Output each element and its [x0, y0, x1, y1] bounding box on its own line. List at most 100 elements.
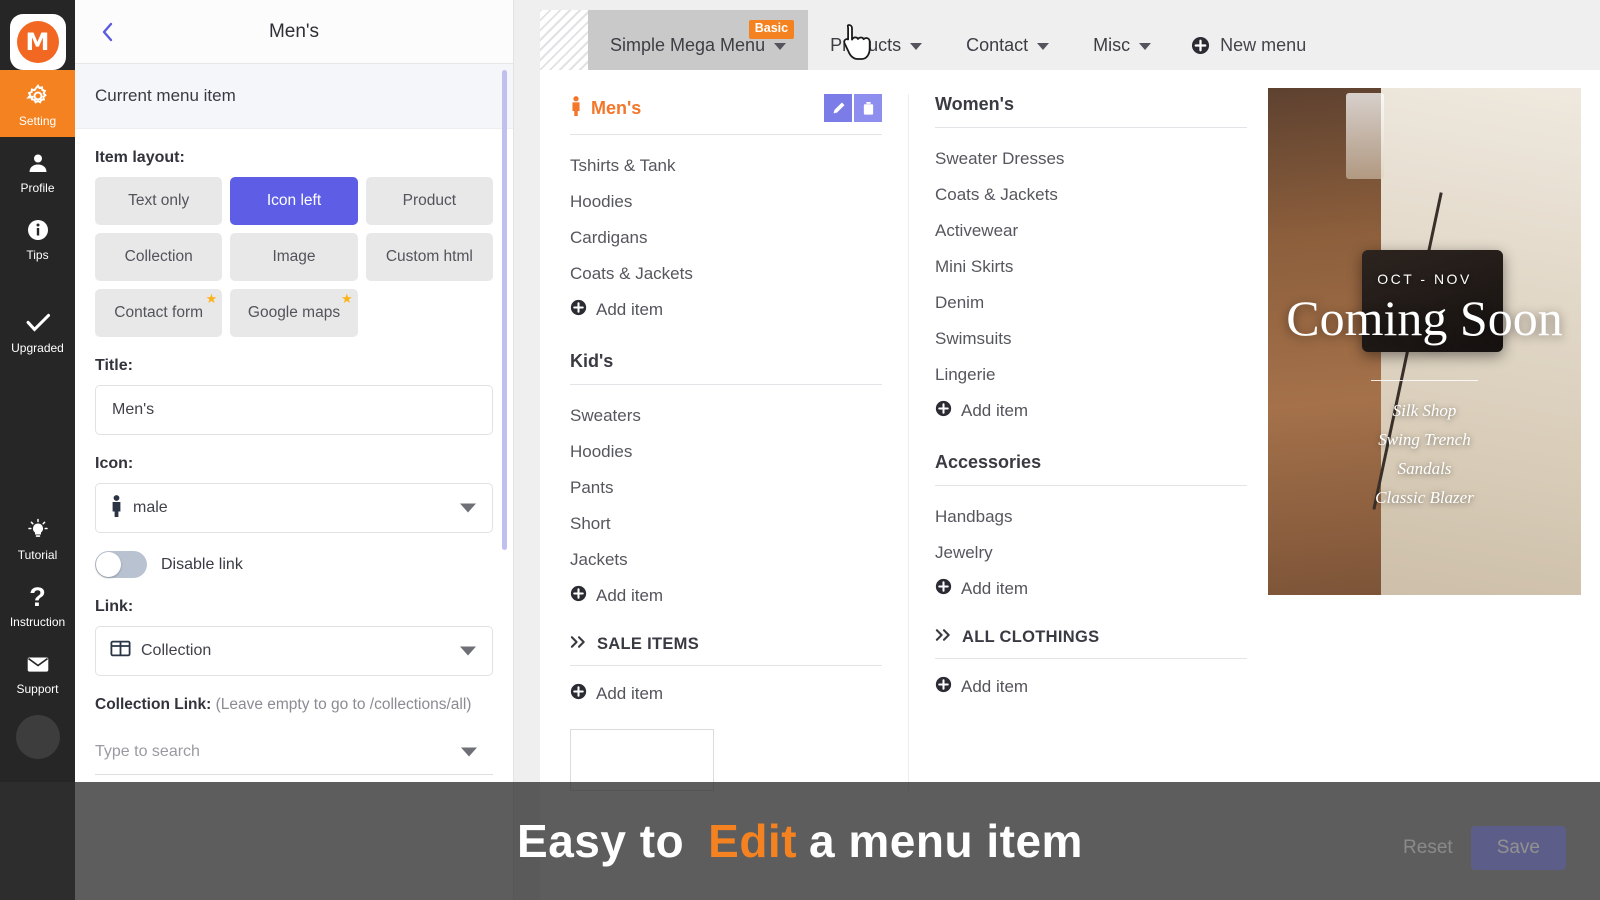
section-heading-label: Accessories [935, 452, 1042, 472]
list-item[interactable]: Sweater Dresses [935, 141, 1247, 177]
add-item-button[interactable]: Add item [570, 676, 882, 715]
layout-option-google-maps[interactable]: ★ Google maps [230, 289, 358, 337]
chevron-down-icon [460, 503, 476, 513]
app-logo[interactable]: M [9, 14, 66, 70]
plus-circle-icon [570, 683, 587, 705]
plus-circle-icon [935, 400, 952, 422]
add-item-label: Add item [596, 684, 664, 703]
chevron-left-icon[interactable] [93, 17, 123, 47]
list-item[interactable]: Coats & Jackets [570, 256, 882, 292]
collection-search-input[interactable]: Type to search [95, 730, 493, 776]
list-item[interactable]: Activewear [935, 213, 1247, 249]
trash-icon[interactable] [854, 94, 882, 122]
gear-icon [24, 82, 52, 110]
panel-header: Men's [75, 0, 513, 64]
plus-circle-icon [1191, 36, 1210, 55]
avatar[interactable] [15, 715, 60, 759]
icon-label: Icon: [95, 455, 134, 472]
add-item-button[interactable]: Add item [570, 578, 882, 617]
add-item-label: Add item [596, 300, 664, 319]
list-item[interactable]: Tshirts & Tank [570, 148, 882, 184]
add-item-button[interactable]: Add item [935, 571, 1247, 610]
list-item[interactable]: Cardigans [570, 220, 882, 256]
group-heading-sale-items[interactable]: SALE ITEMS [570, 635, 882, 666]
layout-option-custom-html[interactable]: Custom html [365, 233, 493, 281]
column-section-header: Women's [935, 94, 1247, 128]
add-item-label: Add item [961, 579, 1029, 598]
add-item-button[interactable]: Add item [935, 669, 1247, 708]
panel-scrollbar[interactable] [502, 70, 507, 550]
rail-item-label: Profile [20, 181, 55, 195]
info-icon [24, 216, 52, 244]
list-item[interactable]: Lingerie [935, 357, 1247, 393]
layout-option-text-only[interactable]: Text only [95, 177, 223, 225]
caption-part2: a menu item [809, 815, 1083, 867]
layout-option-product[interactable]: Product [365, 177, 493, 225]
mouse-cursor [843, 24, 871, 60]
left-nav-rail: M Setting Profile Tips Upgraded Tutorial… [0, 0, 75, 900]
envelope-icon [24, 650, 52, 678]
rail-item-support[interactable]: Support [0, 638, 75, 705]
section-heading-label: Women's [935, 94, 1014, 114]
rail-item-profile[interactable]: Profile [0, 137, 75, 204]
section-heading[interactable]: Women's [935, 94, 1014, 115]
section-heading[interactable]: Men's [570, 95, 642, 121]
menu-preview-area: Basic Simple Mega Menu Products Contact … [514, 0, 1600, 900]
rail-item-label: Instruction [9, 615, 66, 629]
list-item[interactable]: Sweaters [570, 398, 882, 434]
layout-option-label: Product [402, 192, 457, 209]
double-chevron-right-icon [570, 635, 587, 654]
group-heading-all-clothings[interactable]: ALL CLOTHINGS [935, 628, 1247, 659]
disable-link-row: Disable link [95, 551, 493, 578]
rail-item-tips[interactable]: Tips [0, 204, 75, 271]
chevron-down-icon [1139, 43, 1152, 50]
list-item[interactable]: Coats & Jackets [935, 177, 1247, 213]
list-item[interactable]: Jewelry [935, 535, 1247, 571]
panel-body: Item layout: Text only Icon left Product… [75, 129, 513, 776]
title-label: Title: [95, 357, 133, 374]
section-heading-kids[interactable]: Kid's [570, 351, 882, 385]
promo-divider [1371, 379, 1478, 381]
list-item[interactable]: Hoodies [570, 434, 882, 470]
list-item[interactable]: Handbags [935, 499, 1247, 535]
list-item[interactable]: Denim [935, 285, 1247, 321]
list-item[interactable]: Pants [570, 470, 882, 506]
layout-option-collection[interactable]: Collection [95, 233, 223, 281]
logo-mark: M [16, 21, 59, 63]
add-item-button[interactable]: Add item [935, 393, 1247, 432]
list-item[interactable]: Mini Skirts [935, 249, 1247, 285]
rail-item-instruction[interactable]: ? Instruction [0, 571, 75, 638]
title-input[interactable]: Men's [95, 385, 493, 435]
item-layout-options: Text only Icon left Product Collection I… [95, 177, 493, 337]
chevron-down-icon [460, 646, 476, 656]
male-icon [110, 494, 123, 522]
layout-option-label: Image [272, 248, 316, 265]
layout-option-image[interactable]: Image [230, 233, 358, 281]
section-heading-label: Men's [591, 97, 642, 118]
promo-list-item: Classic Blazer [1375, 488, 1474, 508]
link-select[interactable]: Collection [95, 626, 493, 676]
collection-search-placeholder: Type to search [95, 743, 200, 761]
disable-link-toggle[interactable] [95, 551, 147, 578]
promo-banner-image[interactable]: OCT - NOV Coming Soon Silk Shop Swing Tr… [1268, 88, 1581, 595]
list-item[interactable]: Hoodies [570, 184, 882, 220]
layout-option-contact-form[interactable]: ★ Contact form [95, 289, 223, 337]
list-item[interactable]: Swimsuits [935, 321, 1247, 357]
mega-column-1: Men's Tshirts & Tank Hoodies Cardigans C… [570, 94, 908, 791]
add-item-button[interactable]: Add item [570, 292, 882, 331]
caption-banner: Easy to Edit a menu item [0, 782, 1600, 900]
lightbulb-icon [24, 516, 52, 544]
edit-icon[interactable] [824, 94, 852, 122]
rail-item-upgraded[interactable]: Upgraded [0, 297, 75, 364]
double-chevron-right-icon [935, 628, 952, 647]
rail-item-tutorial[interactable]: Tutorial [0, 504, 75, 571]
title-input-value: Men's [112, 401, 155, 418]
disable-link-label: Disable link [161, 555, 243, 573]
section-heading-accessories[interactable]: Accessories [935, 452, 1247, 486]
rail-item-setting[interactable]: Setting [0, 70, 75, 137]
list-item[interactable]: Short [570, 506, 882, 542]
icon-select[interactable]: male [95, 483, 493, 533]
plus-circle-icon [935, 578, 952, 600]
layout-option-icon-left[interactable]: Icon left [230, 177, 358, 225]
list-item[interactable]: Jackets [570, 542, 882, 578]
